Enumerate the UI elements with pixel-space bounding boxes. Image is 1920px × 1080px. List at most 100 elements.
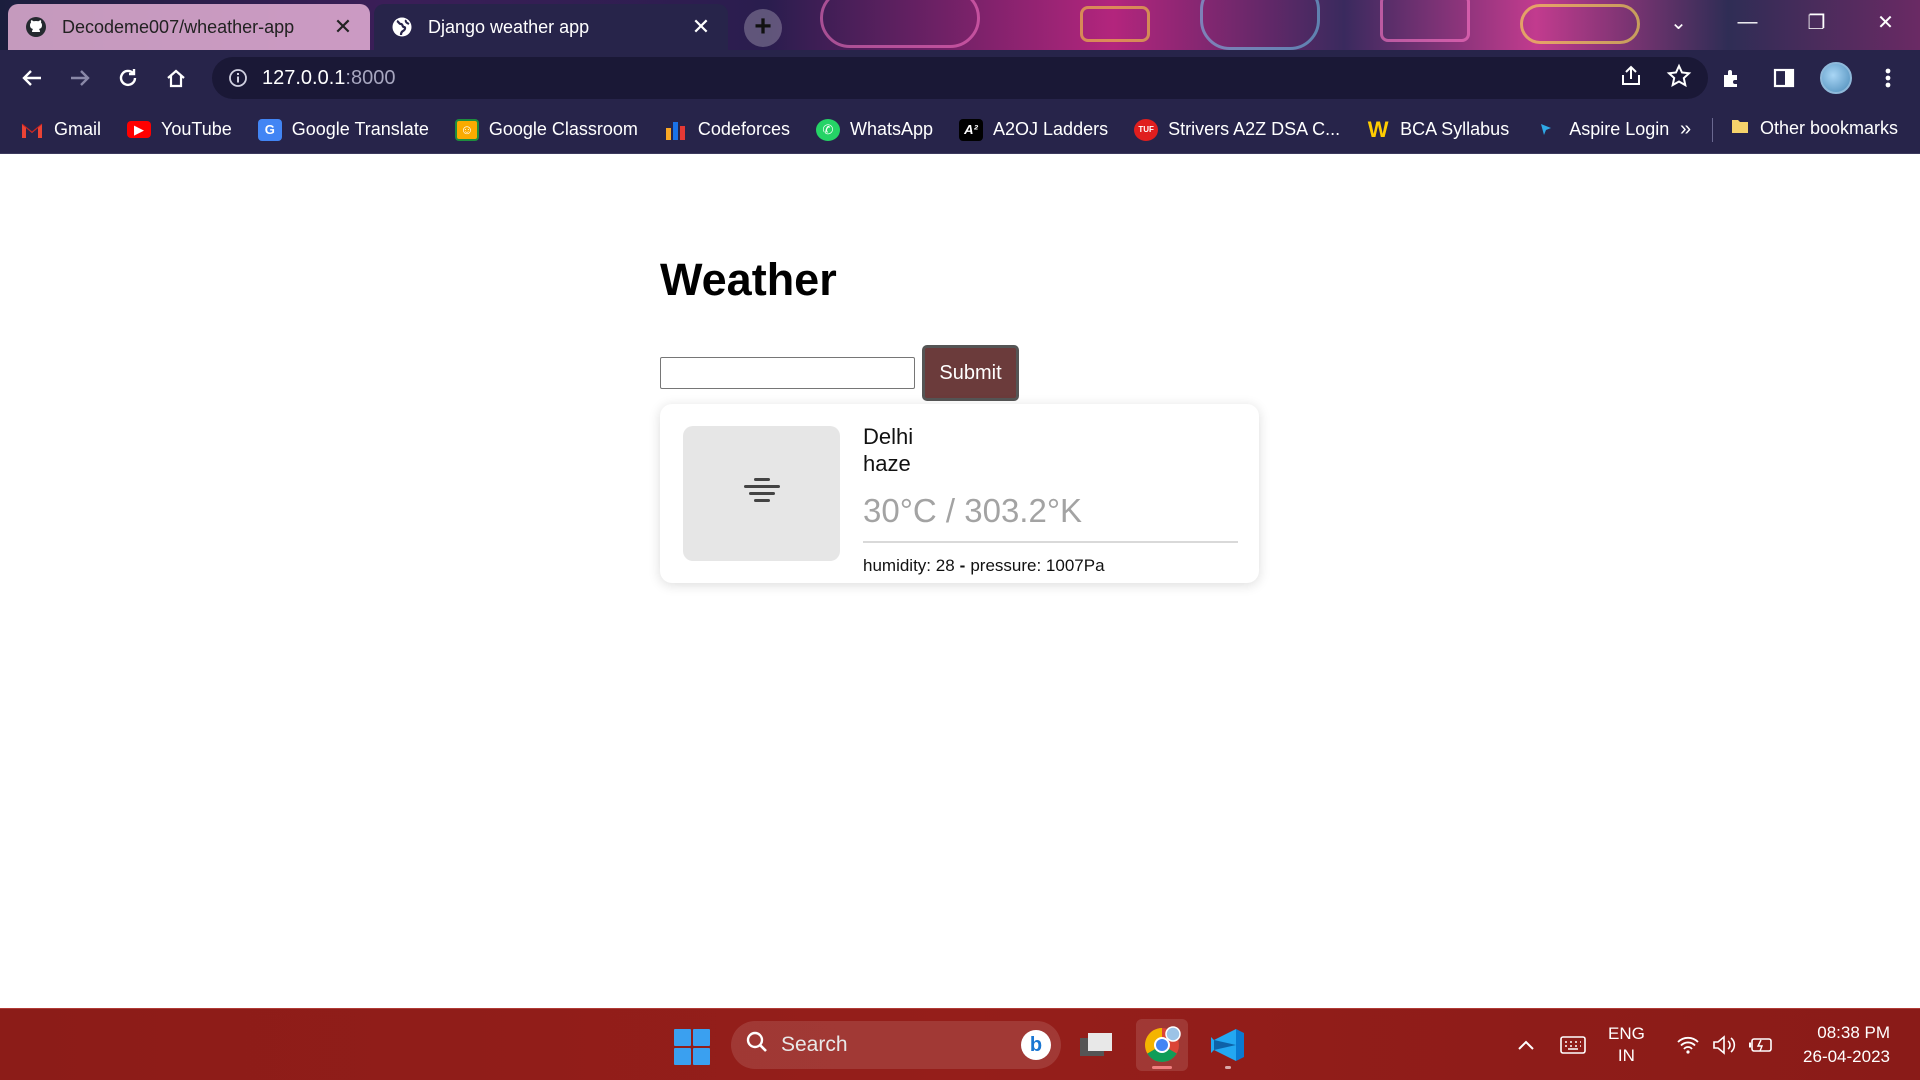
tab-title: Django weather app (428, 16, 590, 37)
bookmark-label: Codeforces (697, 119, 790, 139)
extensions-icon[interactable] (1708, 54, 1756, 102)
bookmark-label: Google Classroom (488, 119, 638, 139)
bookmark-label: WhatsApp (849, 119, 934, 139)
page-content: Weather Submit Delhi haze 30°C / 303.2°K… (0, 154, 1920, 1008)
more-bookmarks-icon[interactable]: » (1680, 118, 1691, 141)
profile-avatar[interactable] (1812, 54, 1860, 102)
avatar (1820, 62, 1852, 94)
bookmark-aspire-login[interactable]: Aspire Login (1535, 119, 1669, 141)
haze-icon (740, 476, 784, 511)
minimize-icon[interactable]: — (1713, 0, 1782, 44)
bookmarks-divider (1712, 118, 1713, 142)
meta-separator: - (959, 556, 966, 575)
gmail-icon (20, 119, 44, 141)
language-line1: ENG (1608, 1024, 1645, 1043)
tuf-icon: TUF (1134, 118, 1159, 141)
task-view-icon[interactable] (1070, 1019, 1122, 1071)
a2oj-icon: A² (959, 118, 984, 141)
bing-icon[interactable]: b (1021, 1030, 1051, 1060)
wallpaper-decoration (1520, 4, 1640, 44)
address-bar[interactable]: 127.0.0.1:8000 (212, 57, 1708, 99)
system-clock[interactable]: 08:38 PM 26-04-2023 (1803, 1021, 1890, 1069)
submit-button[interactable]: Submit (922, 345, 1019, 401)
language-indicator[interactable]: ENG IN (1608, 1023, 1645, 1067)
folder-icon (1730, 116, 1750, 141)
close-tab-icon[interactable]: ✕ (690, 14, 712, 40)
bookmark-label: Aspire Login (1569, 119, 1670, 139)
forward-icon[interactable] (56, 54, 104, 102)
google-classroom-icon: ☺ (454, 118, 479, 141)
new-tab-button[interactable]: + (744, 9, 782, 47)
home-icon[interactable] (152, 54, 200, 102)
bookmark-strivers[interactable]: TUF Strivers A2Z DSA C... (1134, 118, 1341, 141)
bookmark-google-translate[interactable]: G Google Translate (257, 118, 429, 141)
clock-time: 08:38 PM (1817, 1023, 1890, 1042)
active-indicator (1152, 1066, 1172, 1069)
site-info-icon[interactable] (228, 68, 248, 88)
windows-start-icon[interactable] (674, 1029, 710, 1065)
show-hidden-icons[interactable] (1516, 1009, 1536, 1080)
tab-strip: Decodeme007/wheather-app ✕ Django weathe… (0, 0, 1920, 50)
w-icon: W (1367, 116, 1389, 142)
bookmark-star-icon[interactable] (1666, 63, 1692, 95)
aspire-icon (1535, 119, 1559, 141)
tab-github[interactable]: Decodeme007/wheather-app ✕ (8, 4, 370, 50)
close-window-icon[interactable]: ✕ (1851, 0, 1920, 44)
wallpaper-decoration (1200, 0, 1320, 50)
bookmark-a2oj[interactable]: A² A2OJ Ladders (959, 118, 1109, 141)
bookmark-label: Strivers A2Z DSA C... (1168, 119, 1341, 139)
bookmark-label: A2OJ Ladders (993, 119, 1109, 139)
side-panel-icon[interactable] (1760, 54, 1808, 102)
page-title: Weather (660, 254, 837, 305)
bookmark-gmail[interactable]: Gmail (20, 119, 101, 141)
wallpaper-decoration (1380, 0, 1470, 42)
city-input[interactable] (660, 357, 915, 389)
keyboard-icon[interactable] (1560, 1009, 1586, 1080)
back-icon[interactable] (8, 54, 56, 102)
tab-title: Decodeme007/wheather-app (62, 16, 295, 37)
temperature: 30°C / 303.2°K (863, 492, 1083, 529)
bookmark-codeforces[interactable]: Codeforces (664, 119, 790, 141)
youtube-icon: ▶ (127, 121, 152, 138)
taskbar-search[interactable]: Search b (731, 1021, 1061, 1069)
whatsapp-icon: ✆ (815, 118, 840, 141)
bookmark-bca-syllabus[interactable]: W BCA Syllabus (1366, 116, 1509, 142)
google-translate-icon: G (257, 118, 282, 141)
clock-date: 26-04-2023 (1803, 1047, 1890, 1066)
window-controls: ⌄ — ❐ ✕ (1644, 0, 1920, 44)
search-label: Search (781, 1033, 848, 1056)
wallpaper-decoration (1080, 6, 1150, 42)
codeforces-icon (664, 119, 688, 141)
battery-icon[interactable] (1748, 1009, 1774, 1080)
weather-description: haze (863, 451, 911, 476)
close-tab-icon[interactable]: ✕ (332, 14, 354, 40)
pressure: pressure: 1007Pa (970, 556, 1105, 575)
bookmark-label: YouTube (161, 119, 232, 139)
bookmark-youtube[interactable]: ▶ YouTube (127, 119, 232, 140)
weather-meta: humidity: 28 - pressure: 1007Pa (863, 556, 1105, 576)
other-bookmarks-label: Other bookmarks (1760, 118, 1899, 138)
weather-card: Delhi haze 30°C / 303.2°K humidity: 28 -… (660, 404, 1259, 583)
url-host: 127.0.0.1 (262, 66, 346, 89)
share-icon[interactable] (1618, 63, 1644, 95)
search-icon (745, 1030, 769, 1060)
weather-icon-box (683, 426, 840, 561)
running-indicator (1225, 1066, 1231, 1069)
bookmark-label: Gmail (54, 119, 102, 139)
wifi-icon[interactable] (1676, 1009, 1700, 1080)
vscode-taskbar-icon[interactable] (1202, 1019, 1254, 1071)
taskbar: Search b ENG IN 08:38 PM 26-04-2023 (0, 1008, 1920, 1080)
city-name: Delhi (863, 424, 914, 449)
bookmarks-bar: Gmail ▶ YouTube G Google Translate ☺ Goo… (0, 106, 1920, 154)
volume-icon[interactable] (1712, 1009, 1738, 1080)
restore-icon[interactable]: ❐ (1782, 0, 1851, 44)
chrome-taskbar-icon[interactable] (1136, 1019, 1188, 1071)
tab-django-weather[interactable]: Django weather app ✕ (374, 4, 728, 50)
other-bookmarks[interactable]: Other bookmarks (1730, 116, 1898, 141)
tab-search-icon[interactable]: ⌄ (1644, 0, 1713, 44)
bookmark-whatsapp[interactable]: ✆ WhatsApp (815, 118, 934, 141)
wallpaper-decoration (820, 0, 980, 48)
menu-icon[interactable] (1864, 54, 1912, 102)
reload-icon[interactable] (104, 54, 152, 102)
bookmark-google-classroom[interactable]: ☺ Google Classroom (454, 118, 638, 141)
